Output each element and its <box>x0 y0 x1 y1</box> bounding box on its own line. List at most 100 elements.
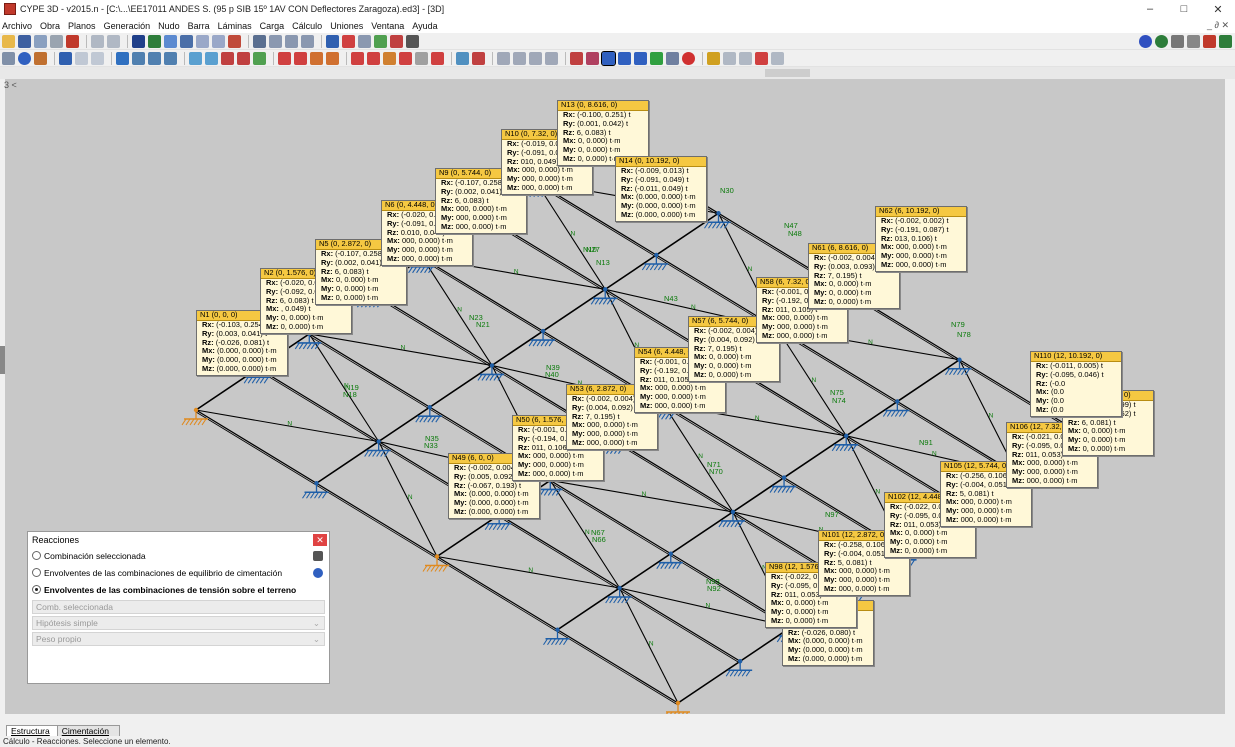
describe-icon[interactable] <box>253 51 266 65</box>
binoculars-icon[interactable] <box>406 34 419 48</box>
mdi-window-controls[interactable]: _ ∂ ✕ <box>1207 20 1229 31</box>
combination-select[interactable]: Comb. seleccionada <box>32 600 325 614</box>
node-props-icon[interactable] <box>75 51 88 65</box>
report-icon[interactable] <box>666 51 679 65</box>
zoom-in-icon[interactable] <box>196 34 209 48</box>
zoom-window-icon[interactable] <box>132 34 145 48</box>
split-icon[interactable] <box>367 51 380 65</box>
zoom-out-icon[interactable] <box>212 34 225 48</box>
load-select[interactable]: Peso propio ⌄ <box>32 632 325 646</box>
info-icon[interactable] <box>18 51 31 65</box>
diagram-icon[interactable] <box>650 51 663 65</box>
radio-combinacion[interactable] <box>32 551 41 560</box>
undo-icon[interactable] <box>91 34 104 48</box>
node-label[interactable]: N21 <box>476 320 490 329</box>
orbit-icon[interactable] <box>228 34 241 48</box>
node-label[interactable]: N91 <box>919 438 933 447</box>
radio-equilibrio[interactable] <box>32 568 41 577</box>
maximize-button[interactable]: □ <box>1167 0 1201 18</box>
deformed-icon[interactable] <box>570 51 583 65</box>
node-label[interactable]: N43 <box>664 294 678 303</box>
compare-icon[interactable] <box>739 51 752 65</box>
plan-view-icon[interactable] <box>285 34 298 48</box>
error-icon[interactable] <box>682 51 695 65</box>
zoom-all-icon[interactable] <box>148 34 161 48</box>
check-icon[interactable] <box>472 51 485 65</box>
axis-icon[interactable] <box>269 34 282 48</box>
node-label[interactable]: N30 <box>720 186 734 195</box>
book-icon[interactable] <box>313 550 323 561</box>
layout-icon[interactable] <box>34 34 47 48</box>
radio-tension[interactable] <box>32 585 41 594</box>
view-3d-icon[interactable] <box>253 34 266 48</box>
frame-icon[interactable] <box>326 34 339 48</box>
layers-icon[interactable] <box>358 34 371 48</box>
menu-planos[interactable]: Planos <box>68 21 96 31</box>
load-panel-icon[interactable] <box>310 51 323 65</box>
top-scrollbar[interactable] <box>0 67 1235 79</box>
load-bar-icon[interactable] <box>294 51 307 65</box>
export-icon[interactable] <box>771 51 784 65</box>
plugin-icon[interactable] <box>1203 34 1216 48</box>
menu-archivo[interactable]: Archivo <box>2 21 32 31</box>
menu-ventana[interactable]: Ventana <box>371 21 404 31</box>
node-label[interactable]: N74 <box>832 396 846 405</box>
menu-obra[interactable]: Obra <box>40 21 60 31</box>
redo-icon[interactable] <box>107 34 120 48</box>
bottom-scrollbar[interactable] <box>0 714 1235 724</box>
option-equilibrio[interactable]: Envolventes de las combinaciones de equi… <box>28 564 329 581</box>
node-label[interactable]: N48 <box>788 229 802 238</box>
option-tension[interactable]: Envolventes de las combinaciones de tens… <box>28 581 329 598</box>
minimize-button[interactable]: – <box>1133 0 1167 18</box>
tab-cimentacion[interactable]: Cimentación <box>56 725 120 736</box>
menu-ayuda[interactable]: Ayuda <box>412 21 437 31</box>
group-icon[interactable] <box>456 51 469 65</box>
menu-carga[interactable]: Carga <box>260 21 285 31</box>
load-wind-icon[interactable] <box>326 51 339 65</box>
node-label[interactable]: N40 <box>545 370 559 379</box>
analyze-icon[interactable] <box>707 51 720 65</box>
copy-icon[interactable] <box>132 51 145 65</box>
menu-calculo[interactable]: Cálculo <box>292 21 322 31</box>
stress-icon[interactable] <box>634 51 647 65</box>
frame-view-icon[interactable] <box>586 51 599 65</box>
help-icon[interactable] <box>1139 34 1152 48</box>
menu-generacion[interactable]: Generación <box>104 21 151 31</box>
node-label[interactable]: N78 <box>957 330 971 339</box>
graph1-icon[interactable] <box>497 51 510 65</box>
node-icon[interactable] <box>2 51 15 65</box>
reinforce-icon[interactable] <box>755 51 768 65</box>
reactions-icon[interactable] <box>601 50 616 66</box>
node-label[interactable]: N18 <box>343 390 357 399</box>
extend-icon[interactable] <box>431 51 444 65</box>
open-file-icon[interactable] <box>2 34 15 48</box>
node-label[interactable]: N13 <box>596 258 610 267</box>
graph3-icon[interactable] <box>529 51 542 65</box>
node-label[interactable]: N66 <box>592 535 606 544</box>
node-label[interactable]: N70 <box>709 467 723 476</box>
support-icon[interactable] <box>164 51 177 65</box>
hypothesis-select[interactable]: Hipótesis simple ⌄ <box>32 616 325 630</box>
tab-estructura[interactable]: Estructura <box>6 725 61 736</box>
restraint-icon[interactable] <box>148 51 161 65</box>
reaction-popup[interactable]: N110 (12, 10.192, 0) Rx: (-0.011, 0.005) … <box>1030 351 1122 417</box>
save-icon[interactable] <box>18 34 31 48</box>
close-button[interactable]: ✕ <box>1201 0 1235 18</box>
menu-uniones[interactable]: Uniones <box>330 21 363 31</box>
node-label[interactable]: N79 <box>951 320 965 329</box>
view-icon[interactable] <box>50 34 63 48</box>
magnet-icon[interactable] <box>66 34 79 48</box>
menu-nudo[interactable]: Nudo <box>158 21 180 31</box>
pan-icon[interactable] <box>180 34 193 48</box>
dash-icon[interactable] <box>415 51 428 65</box>
support-symbol[interactable] <box>181 407 208 426</box>
optimize-icon[interactable] <box>723 51 736 65</box>
web-icon[interactable] <box>1155 34 1168 48</box>
material-icon[interactable] <box>221 51 234 65</box>
link-icon[interactable] <box>1187 34 1200 48</box>
zoom-icon[interactable] <box>164 34 177 48</box>
tools-icon[interactable] <box>390 34 403 48</box>
buckling-icon[interactable] <box>237 51 250 65</box>
graph4-icon[interactable] <box>545 51 558 65</box>
right-scroll-strip[interactable] <box>1225 79 1235 714</box>
